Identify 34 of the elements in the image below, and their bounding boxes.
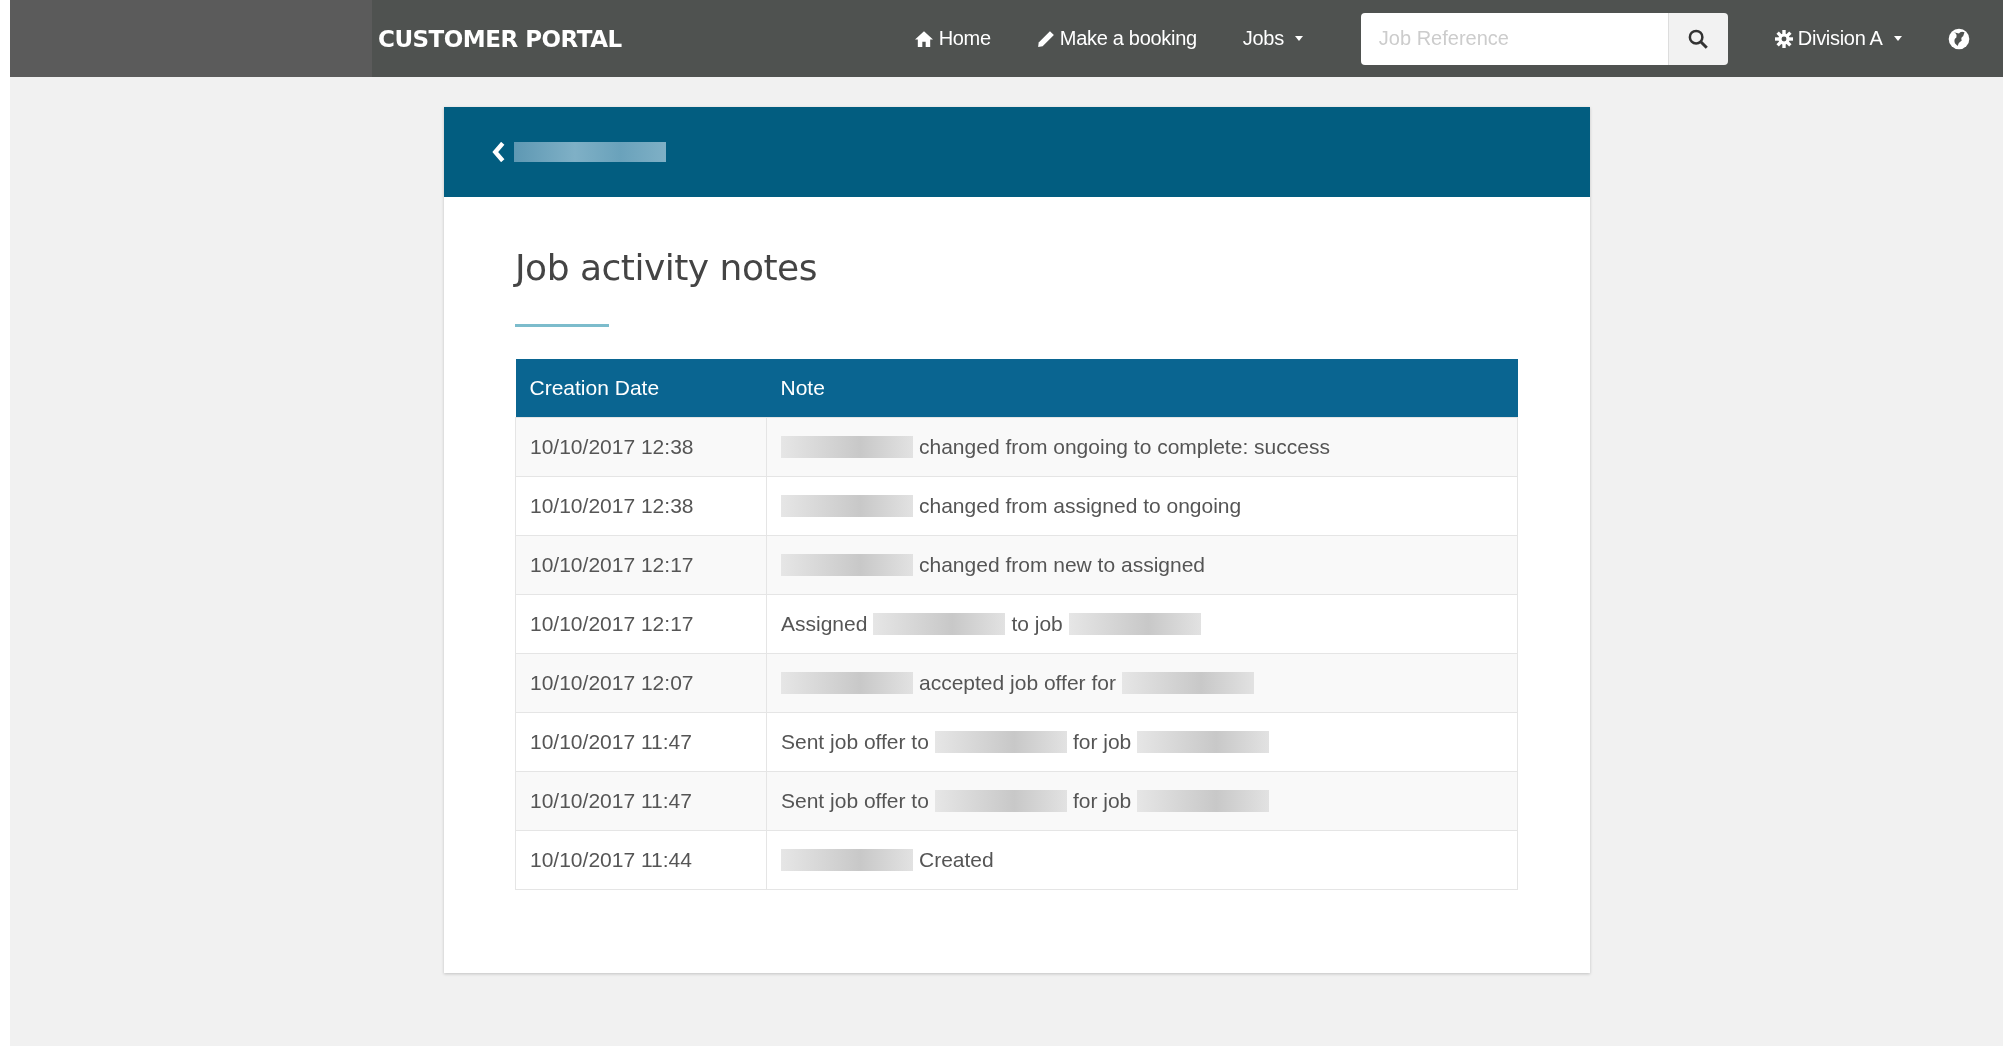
search-button[interactable] (1667, 12, 1728, 65)
note-text: for job (1072, 730, 1132, 754)
note-text: changed from new to assigned (919, 553, 1205, 577)
note-text: changed from ongoing to complete: success (919, 435, 1330, 459)
date-cell: 10/10/2017 11:44 (515, 830, 767, 890)
column-header: Note (766, 359, 1518, 418)
home-icon (913, 29, 934, 48)
note-text: Sent job offer to (781, 789, 929, 813)
brand-title[interactable]: CUSTOMER PORTAL (378, 25, 622, 52)
date-cell: 10/10/2017 11:47 (515, 712, 767, 772)
page-title: Job activity notes (515, 247, 818, 288)
division-menu[interactable]: Division A (1774, 27, 1902, 50)
note-text: Assigned (781, 612, 868, 636)
column-header: Creation Date (515, 359, 767, 418)
date-cell: 10/10/2017 12:17 (515, 535, 767, 595)
note-text: to job (1011, 612, 1063, 636)
globe-icon[interactable] (1947, 27, 1970, 50)
date-cell: 10/10/2017 11:47 (515, 771, 767, 831)
note-text: Sent job offer to (781, 730, 929, 754)
nav-link[interactable]: Jobs (1242, 27, 1303, 50)
note-text: accepted job offer for (919, 671, 1116, 695)
nav-link[interactable]: Home (913, 27, 991, 50)
note-text: for job (1072, 789, 1132, 813)
gear-icon (1774, 29, 1793, 48)
nav-link[interactable]: Make a booking (1036, 27, 1197, 50)
date-cell: 10/10/2017 12:38 (515, 417, 767, 477)
date-cell: 10/10/2017 12:38 (515, 476, 767, 536)
pencil-icon (1036, 29, 1055, 48)
note-text: Created (919, 848, 994, 872)
date-cell: 10/10/2017 12:07 (515, 653, 767, 713)
search-icon (1688, 28, 1709, 49)
note-text: changed from assigned to ongoing (919, 494, 1242, 518)
date-cell: 10/10/2017 12:17 (515, 594, 767, 654)
chevron-left-icon (492, 142, 506, 162)
